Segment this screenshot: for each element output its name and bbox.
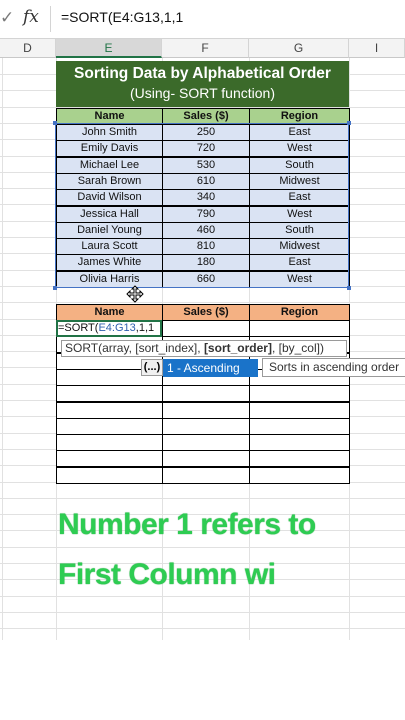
sheet-subtitle: (Using- SORT function) <box>130 85 275 101</box>
check-icon[interactable]: ✓ <box>0 8 14 28</box>
autocomplete-more-button[interactable]: (...) <box>141 359 163 376</box>
tooltip-text-post: , [by_col]) <box>271 341 324 355</box>
tooltip-text-pre: SORT(array, [sort_index], <box>65 341 204 355</box>
column-header-g[interactable]: G <box>249 39 349 58</box>
table2-empty-cell[interactable] <box>56 402 163 419</box>
table1-data-cell[interactable]: 340 <box>162 189 250 206</box>
table1-data-cell[interactable]: 660 <box>162 271 250 288</box>
table1-data-cell[interactable]: David Wilson <box>56 189 163 206</box>
table1-data-cell[interactable]: 610 <box>162 173 250 190</box>
table2-empty-cell[interactable] <box>249 402 350 419</box>
table2-empty-cell[interactable] <box>56 467 163 484</box>
move-cursor-icon <box>126 285 144 303</box>
table2-empty-cell[interactable] <box>162 467 250 484</box>
table2-empty-cell[interactable] <box>249 320 350 337</box>
tooltip-current-arg: [sort_order] <box>203 341 272 355</box>
function-signature-tooltip: SORT(array, [sort_index], [sort_order], … <box>61 340 347 357</box>
table1-data-cell[interactable]: South <box>249 222 350 239</box>
table2-empty-cell[interactable] <box>249 385 350 402</box>
table2-empty-cell[interactable] <box>249 467 350 484</box>
active-cell-editor[interactable]: =SORT(E4:G13,1,1 <box>56 320 162 337</box>
table2-empty-cell[interactable] <box>56 450 163 467</box>
table1-data-cell[interactable]: Midwest <box>249 238 350 255</box>
grid-line <box>0 612 405 613</box>
table1-data-cell[interactable]: Sarah Brown <box>56 173 163 190</box>
table2-empty-cell[interactable] <box>162 402 250 419</box>
formula-bar: ✓ fx =SORT(E4:G13,1,1 <box>0 0 405 39</box>
table2-header-cell[interactable]: Region <box>249 304 350 321</box>
table1-data-cell[interactable]: West <box>249 140 350 157</box>
table1-data-cell[interactable]: 790 <box>162 206 250 223</box>
table2-empty-cell[interactable] <box>56 385 163 402</box>
table1-data-cell[interactable]: South <box>249 157 350 174</box>
table1-data-cell[interactable]: Midwest <box>249 173 350 190</box>
table1-header-cell[interactable]: Region <box>249 108 350 125</box>
sheet-title: Sorting Data by Alphabetical Order <box>74 65 331 82</box>
formula-input[interactable]: =SORT(E4:G13,1,1 <box>61 9 183 25</box>
active-cell-prefix: =SORT( <box>58 322 99 334</box>
table1-data-cell[interactable]: West <box>249 206 350 223</box>
table2-empty-cell[interactable] <box>56 418 163 435</box>
column-header-i[interactable]: I <box>349 39 405 58</box>
grid-line <box>2 58 3 640</box>
table1-data-cell[interactable]: 720 <box>162 140 250 157</box>
table1-data-cell[interactable]: East <box>249 189 350 206</box>
table2-empty-cell[interactable] <box>162 418 250 435</box>
table1-data-cell[interactable]: Olivia Harris <box>56 271 163 288</box>
column-header-d[interactable]: D <box>0 39 56 58</box>
table1-data-cell[interactable]: Jessica Hall <box>56 206 163 223</box>
table2-header-cell[interactable]: Sales ($) <box>162 304 250 321</box>
grid-line <box>0 628 405 629</box>
table1-data-cell[interactable]: 460 <box>162 222 250 239</box>
table1-data-cell[interactable]: West <box>249 271 350 288</box>
column-header-f[interactable]: F <box>162 39 249 58</box>
table2-empty-cell[interactable] <box>56 434 163 451</box>
caption-line-1: Number 1 refers to <box>58 508 316 541</box>
caption-line-2: First Column wi <box>58 558 276 591</box>
table2-empty-cell[interactable] <box>249 434 350 451</box>
table1-data-cell[interactable]: Laura Scott <box>56 238 163 255</box>
table2-header-cell[interactable]: Name <box>56 304 163 321</box>
table1-data-cell[interactable]: East <box>249 254 350 271</box>
autocomplete-description: Sorts in ascending order <box>262 358 405 377</box>
table1-data-cell[interactable]: East <box>249 124 350 141</box>
table1-data-cell[interactable]: 810 <box>162 238 250 255</box>
active-cell-range-ref: E4:G13 <box>98 322 136 334</box>
table1-data-cell[interactable]: Emily Davis <box>56 140 163 157</box>
table2-empty-cell[interactable] <box>249 450 350 467</box>
table1-header-cell[interactable]: Sales ($) <box>162 108 250 125</box>
grid-line <box>0 596 405 597</box>
grid-line <box>0 302 405 303</box>
table1-data-cell[interactable]: Michael Lee <box>56 157 163 174</box>
active-cell-suffix: ,1,1 <box>135 322 155 334</box>
column-header-e[interactable]: E <box>56 39 162 58</box>
table2-empty-cell[interactable] <box>162 320 250 337</box>
grid-line <box>0 547 405 548</box>
table1-data-cell[interactable]: 180 <box>162 254 250 271</box>
table2-empty-cell[interactable] <box>162 385 250 402</box>
grid-line <box>0 498 405 499</box>
formula-bar-divider <box>50 6 51 32</box>
table1-data-cell[interactable]: Daniel Young <box>56 222 163 239</box>
table1-data-cell[interactable]: 250 <box>162 124 250 141</box>
sheet-title-banner: Sorting Data by Alphabetical Order (Usin… <box>56 61 349 107</box>
table2-empty-cell[interactable] <box>162 434 250 451</box>
fx-icon[interactable]: fx <box>23 7 39 27</box>
table1-data-cell[interactable]: John Smith <box>56 124 163 141</box>
table2-empty-cell[interactable] <box>162 450 250 467</box>
table2-empty-cell[interactable] <box>249 418 350 435</box>
table1-header-cell[interactable]: Name <box>56 108 163 125</box>
table1-data-cell[interactable]: James White <box>56 254 163 271</box>
table1-data-cell[interactable]: 530 <box>162 157 250 174</box>
autocomplete-option-ascending[interactable]: 1 - Ascending <box>163 359 258 377</box>
